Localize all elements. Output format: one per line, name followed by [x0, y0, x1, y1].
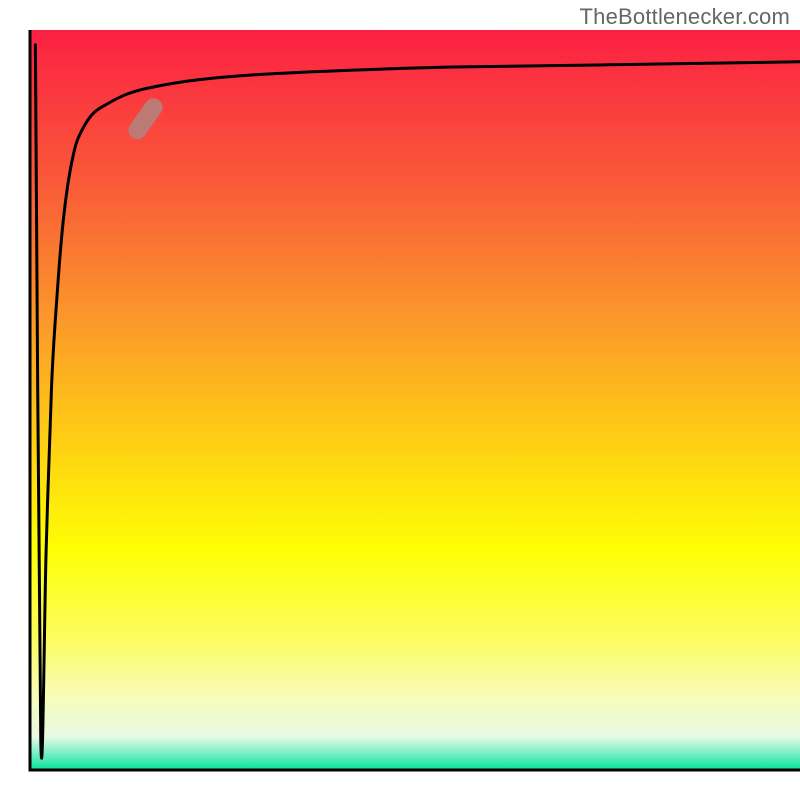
- gradient-background: [30, 30, 800, 770]
- chart-canvas: [0, 0, 800, 800]
- watermark-text: TheBottlenecker.com: [580, 4, 790, 30]
- bottleneck-chart: TheBottlenecker.com: [0, 0, 800, 800]
